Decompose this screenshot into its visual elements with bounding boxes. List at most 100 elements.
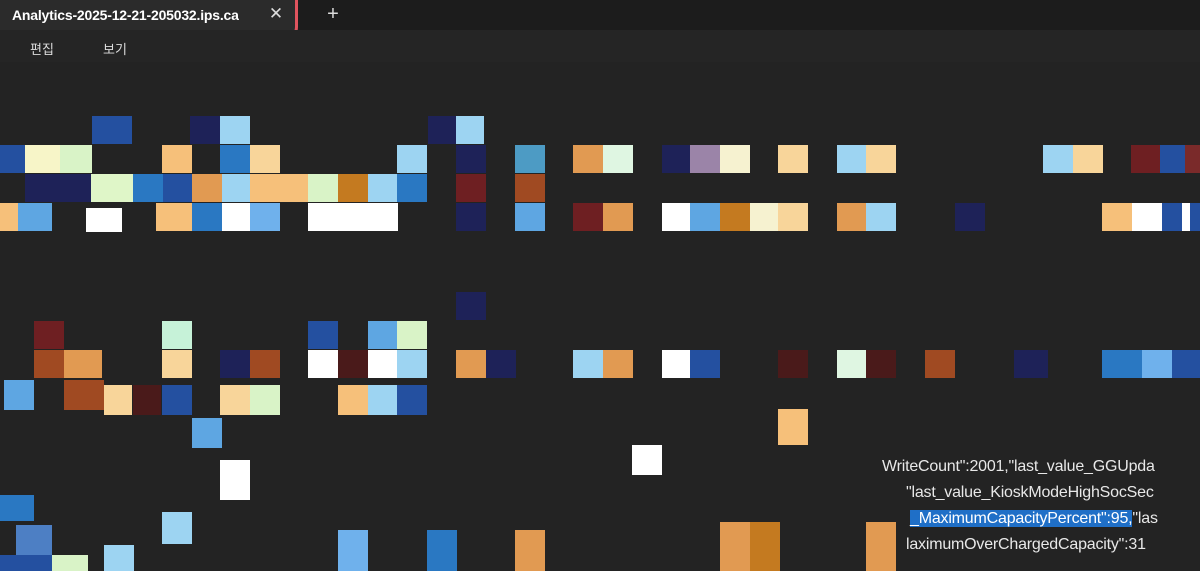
- glitch-block: [192, 418, 222, 448]
- glitch-block: [837, 145, 867, 173]
- glitch-block: [25, 145, 60, 173]
- glitch-block: [427, 530, 457, 571]
- glitch-block: [397, 385, 427, 415]
- glitch-block: [4, 380, 34, 410]
- glitch-block: [690, 203, 720, 231]
- glitch-block: [192, 203, 222, 231]
- glitch-block: [1182, 203, 1190, 231]
- glitch-block: [16, 525, 52, 555]
- glitch-block: [925, 350, 955, 378]
- glitch-block: [515, 203, 545, 231]
- glitch-block: [866, 522, 896, 571]
- glitch-block: [662, 145, 692, 173]
- glitch-block: [92, 116, 132, 144]
- glitch-block: [866, 203, 896, 231]
- code-line-1: WriteCount":2001,"last_value_GGUpda: [882, 458, 1155, 476]
- glitch-block: [397, 174, 427, 202]
- glitch-block: [1160, 145, 1185, 173]
- glitch-block: [222, 174, 250, 202]
- glitch-block: [1142, 350, 1172, 378]
- glitch-block: [0, 145, 25, 173]
- glitch-block: [308, 321, 338, 349]
- code-line-4: laximumOverChargedCapacity":31: [906, 536, 1146, 554]
- glitch-block: [778, 145, 808, 173]
- glitch-block: [220, 350, 250, 378]
- glitch-block: [34, 321, 64, 349]
- glitch-block: [338, 350, 368, 378]
- glitch-block: [397, 321, 427, 349]
- glitch-block: [250, 203, 280, 231]
- code-text: laximumOverChargedCapacity":31: [906, 536, 1146, 553]
- glitch-block: [1190, 203, 1200, 231]
- glitch-block: [1073, 145, 1103, 173]
- glitch-block: [64, 380, 104, 410]
- glitch-block: [662, 203, 692, 231]
- glitch-block: [866, 350, 896, 378]
- code-line-2: "last_value_KioskModeHighSocSec: [906, 484, 1154, 502]
- glitch-block: [104, 385, 132, 415]
- glitch-block: [133, 174, 163, 202]
- glitch-block: [91, 174, 133, 202]
- selected-text[interactable]: _MaximumCapacityPercent":95,: [910, 510, 1133, 527]
- glitch-block: [192, 174, 222, 202]
- glitch-block: [250, 350, 280, 378]
- glitch-block: [1014, 350, 1048, 378]
- glitch-block: [162, 385, 192, 415]
- glitch-block: [778, 350, 808, 378]
- glitch-block: [456, 145, 486, 173]
- glitch-block: [162, 321, 192, 349]
- glitch-block: [250, 385, 280, 415]
- glitch-block: [338, 174, 368, 202]
- glitch-block: [778, 203, 808, 231]
- glitch-block: [1132, 203, 1162, 231]
- glitch-block: [573, 145, 603, 173]
- glitch-block: [162, 512, 192, 544]
- glitch-block: [162, 145, 192, 173]
- glitch-block: [250, 174, 308, 202]
- glitch-block: [750, 522, 780, 571]
- glitch-block: [1043, 145, 1073, 173]
- glitch-block: [1112, 350, 1142, 378]
- glitch-block: [662, 350, 692, 378]
- glitch-block: [837, 350, 867, 378]
- glitch-block: [573, 203, 603, 231]
- glitch-block: [720, 203, 750, 231]
- glitch-block: [368, 321, 398, 349]
- glitch-block: [397, 350, 427, 378]
- glitch-block: [0, 555, 52, 571]
- glitch-block: [1162, 203, 1182, 231]
- glitch-block: [720, 522, 750, 571]
- glitch-block: [456, 292, 486, 320]
- glitch-block: [515, 145, 545, 173]
- code-line-3[interactable]: _MaximumCapacityPercent":95,"las: [910, 510, 1158, 528]
- glitch-block: [220, 116, 250, 144]
- glitch-block: [220, 460, 250, 500]
- glitch-block: [220, 145, 250, 173]
- code-text: "las: [1132, 510, 1158, 527]
- glitch-block: [0, 495, 34, 521]
- glitch-block: [25, 174, 91, 202]
- glitch-block: [837, 203, 867, 231]
- glitch-block: [156, 203, 192, 231]
- glitch-block: [64, 350, 102, 378]
- glitch-block: [428, 116, 456, 144]
- glitch-block: [190, 116, 220, 144]
- glitch-block: [1185, 145, 1200, 173]
- code-text: "last_value_KioskModeHighSocSec: [906, 484, 1154, 501]
- glitch-block: [456, 116, 484, 144]
- glitch-block: [603, 145, 633, 173]
- glitch-block: [456, 203, 486, 231]
- glitch-block: [338, 530, 368, 571]
- glitch-block: [603, 350, 633, 378]
- glitch-block: [515, 530, 545, 571]
- glitch-block: [34, 350, 64, 378]
- glitch-block: [308, 174, 338, 202]
- glitch-block: [1172, 350, 1200, 378]
- glitch-block: [368, 174, 398, 202]
- glitch-block: [308, 350, 338, 378]
- glitch-block: [690, 145, 720, 173]
- glitch-block: [162, 350, 192, 378]
- glitch-block: [338, 385, 368, 415]
- glitch-block: [60, 145, 92, 173]
- glitch-block: [486, 350, 516, 378]
